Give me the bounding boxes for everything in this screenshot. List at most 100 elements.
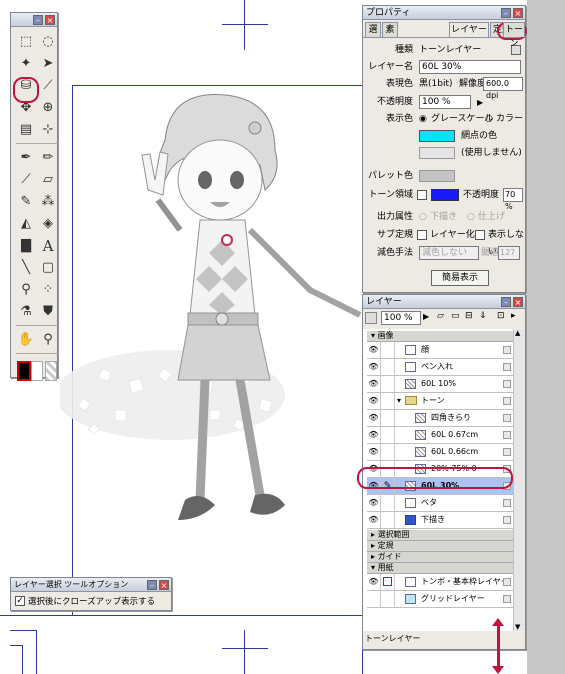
fill-icon[interactable]: ◭ xyxy=(16,214,36,234)
new-folder-icon[interactable]: ▭ xyxy=(451,311,460,321)
color-tone-icon[interactable]: ⁘ xyxy=(38,280,58,300)
finish-radio[interactable]: ○ xyxy=(467,209,475,226)
color-radio[interactable]: ○ xyxy=(485,111,493,128)
close-icon[interactable]: × xyxy=(159,580,169,590)
scroll-down-icon[interactable]: ▼ xyxy=(515,623,520,631)
layer-move-icon[interactable]: ⊹ xyxy=(38,120,58,140)
group-selection[interactable]: ▸ 選択範囲 xyxy=(367,530,513,541)
layer-lock-cell[interactable] xyxy=(381,410,395,426)
folder-expand-icon[interactable]: ▾ xyxy=(397,393,401,409)
eye-icon[interactable]: 👁 xyxy=(367,393,381,409)
stamp-icon[interactable]: ⚗ xyxy=(16,302,36,322)
layerize-checkbox[interactable] xyxy=(417,230,427,240)
line-icon[interactable]: ╲ xyxy=(16,258,36,278)
layer-lock-cell[interactable] xyxy=(381,444,395,460)
layer-lock-cell[interactable] xyxy=(381,591,395,607)
arrow-icon[interactable]: ➤ xyxy=(38,54,58,74)
eye-icon[interactable]: 👁 xyxy=(367,427,381,443)
layer-lock-cell[interactable] xyxy=(381,342,395,358)
layers-titlebar[interactable]: レイヤー – × xyxy=(363,295,525,309)
tone-area-swatch[interactable] xyxy=(431,189,459,201)
layer-lock-cell[interactable] xyxy=(381,359,395,375)
layer-row[interactable]: 👁 顔 xyxy=(367,342,513,359)
background-color-swatch[interactable] xyxy=(31,361,43,381)
layer-option-icon[interactable] xyxy=(503,414,511,422)
eye-icon[interactable]: 👁 xyxy=(367,512,381,528)
layer-lock-cell[interactable] xyxy=(381,495,395,511)
layer-option-icon[interactable] xyxy=(503,397,511,405)
panel-menu-icon[interactable]: ▸ xyxy=(511,311,516,321)
layer-lock-cell[interactable] xyxy=(381,427,395,443)
group-image[interactable]: ▾ 画像 xyxy=(367,331,513,342)
properties-titlebar[interactable]: プロパティ – × xyxy=(363,6,525,20)
eraser-icon[interactable]: ▱ xyxy=(38,170,58,190)
group-ruler[interactable]: ▸ 定規 xyxy=(367,541,513,552)
tone-opacity-input[interactable]: 70 % xyxy=(503,188,523,211)
tab-layer[interactable]: レイヤー xyxy=(449,22,489,37)
threshold-input[interactable]: 127 xyxy=(498,246,520,260)
group-paper[interactable]: ▾ 用紙 xyxy=(367,563,513,574)
layer-name-input[interactable]: 60L 30% xyxy=(419,60,521,74)
scroll-up-icon[interactable]: ▲ xyxy=(515,329,520,337)
hand-icon[interactable]: ✋ xyxy=(16,330,36,350)
eye-icon[interactable]: 👁 xyxy=(367,410,381,426)
zoom-icon[interactable]: ⚲ xyxy=(38,330,58,350)
layer-option-icon[interactable] xyxy=(503,346,511,354)
gradient-icon[interactable]: ◈ xyxy=(38,214,58,234)
eye-icon[interactable]: 👁 xyxy=(367,342,381,358)
opacity-input[interactable]: 100 % xyxy=(419,95,471,109)
spray-icon[interactable]: ⁂ xyxy=(38,192,58,212)
layer-option-icon[interactable] xyxy=(503,595,511,603)
object-icon[interactable]: ⊕ xyxy=(38,98,58,118)
closeup-checkbox[interactable]: ✓ xyxy=(15,596,25,606)
layer-option-icon[interactable] xyxy=(503,499,511,507)
layer-option-icon[interactable] xyxy=(503,448,511,456)
unused-color-swatch[interactable] xyxy=(419,147,455,159)
brush-icon[interactable]: ⟋ xyxy=(16,170,36,190)
lock-layer-icon[interactable]: ⊡ xyxy=(497,311,505,321)
layer-zoom-input[interactable]: 100 % xyxy=(381,311,421,325)
layer-scrollbar[interactable]: ▲ ▼ xyxy=(513,329,525,631)
tool-option-titlebar[interactable]: レイヤー選択 ツールオプション – × xyxy=(11,578,171,592)
rectangle-icon[interactable]: ▢ xyxy=(38,258,58,278)
transparent-color-swatch[interactable] xyxy=(45,361,57,381)
close-icon[interactable]: × xyxy=(513,8,523,18)
eye-icon[interactable]: 👁 xyxy=(367,444,381,460)
magic-wand-icon[interactable]: ✦ xyxy=(16,54,36,74)
layer-option-icon[interactable] xyxy=(503,578,511,586)
minimize-icon[interactable]: – xyxy=(33,15,43,25)
reduce-method-select[interactable]: 減色しない xyxy=(419,246,479,260)
balloon-icon[interactable]: ⚲ xyxy=(16,280,36,300)
layer-lock-cell[interactable] xyxy=(381,512,395,528)
grayscale-radio[interactable]: ◉ xyxy=(419,111,427,128)
minimize-icon[interactable]: – xyxy=(501,8,511,18)
minimize-icon[interactable]: – xyxy=(147,580,157,590)
simple-display-button[interactable]: 簡易表示 xyxy=(431,270,489,286)
draft-radio[interactable]: ○ xyxy=(419,209,427,226)
delete-layer-icon[interactable]: ⊟ xyxy=(465,311,473,321)
opacity-arrow-icon[interactable]: ▶ xyxy=(477,94,483,111)
pen-icon[interactable]: ✒ xyxy=(16,148,36,168)
layer-row[interactable]: 👁 四角きらり xyxy=(367,410,513,427)
layer-row[interactable]: 👁 ベタ xyxy=(367,495,513,512)
group-guide[interactable]: ▸ ガイド xyxy=(367,552,513,563)
close-icon[interactable]: × xyxy=(513,297,523,307)
minimize-icon[interactable]: – xyxy=(501,297,511,307)
new-layer-icon[interactable]: ▱ xyxy=(437,311,444,321)
layer-row[interactable]: 👁 下描き xyxy=(367,512,513,529)
layer-row[interactable]: 👁 60L 0.67cm xyxy=(367,427,513,444)
layer-option-icon[interactable] xyxy=(503,431,511,439)
foreground-color-swatch[interactable] xyxy=(17,361,31,381)
eye-icon[interactable]: 👁 xyxy=(367,495,381,511)
character-illustration[interactable] xyxy=(60,80,370,600)
eye-icon[interactable] xyxy=(367,591,381,607)
hide-checkbox[interactable] xyxy=(475,230,485,240)
eye-icon[interactable]: 👁 xyxy=(367,376,381,392)
tab-selection[interactable]: 選 xyxy=(365,22,381,37)
tone-area-checkbox[interactable] xyxy=(417,190,427,200)
fill-stamp-icon[interactable]: ⛊ xyxy=(38,302,58,322)
marquee-icon[interactable]: ⬚ xyxy=(16,32,36,52)
layer-folder-row[interactable]: 👁 ▾ トーン xyxy=(367,393,513,410)
layer-option-icon[interactable] xyxy=(503,363,511,371)
eye-icon[interactable]: 👁 xyxy=(367,574,381,590)
